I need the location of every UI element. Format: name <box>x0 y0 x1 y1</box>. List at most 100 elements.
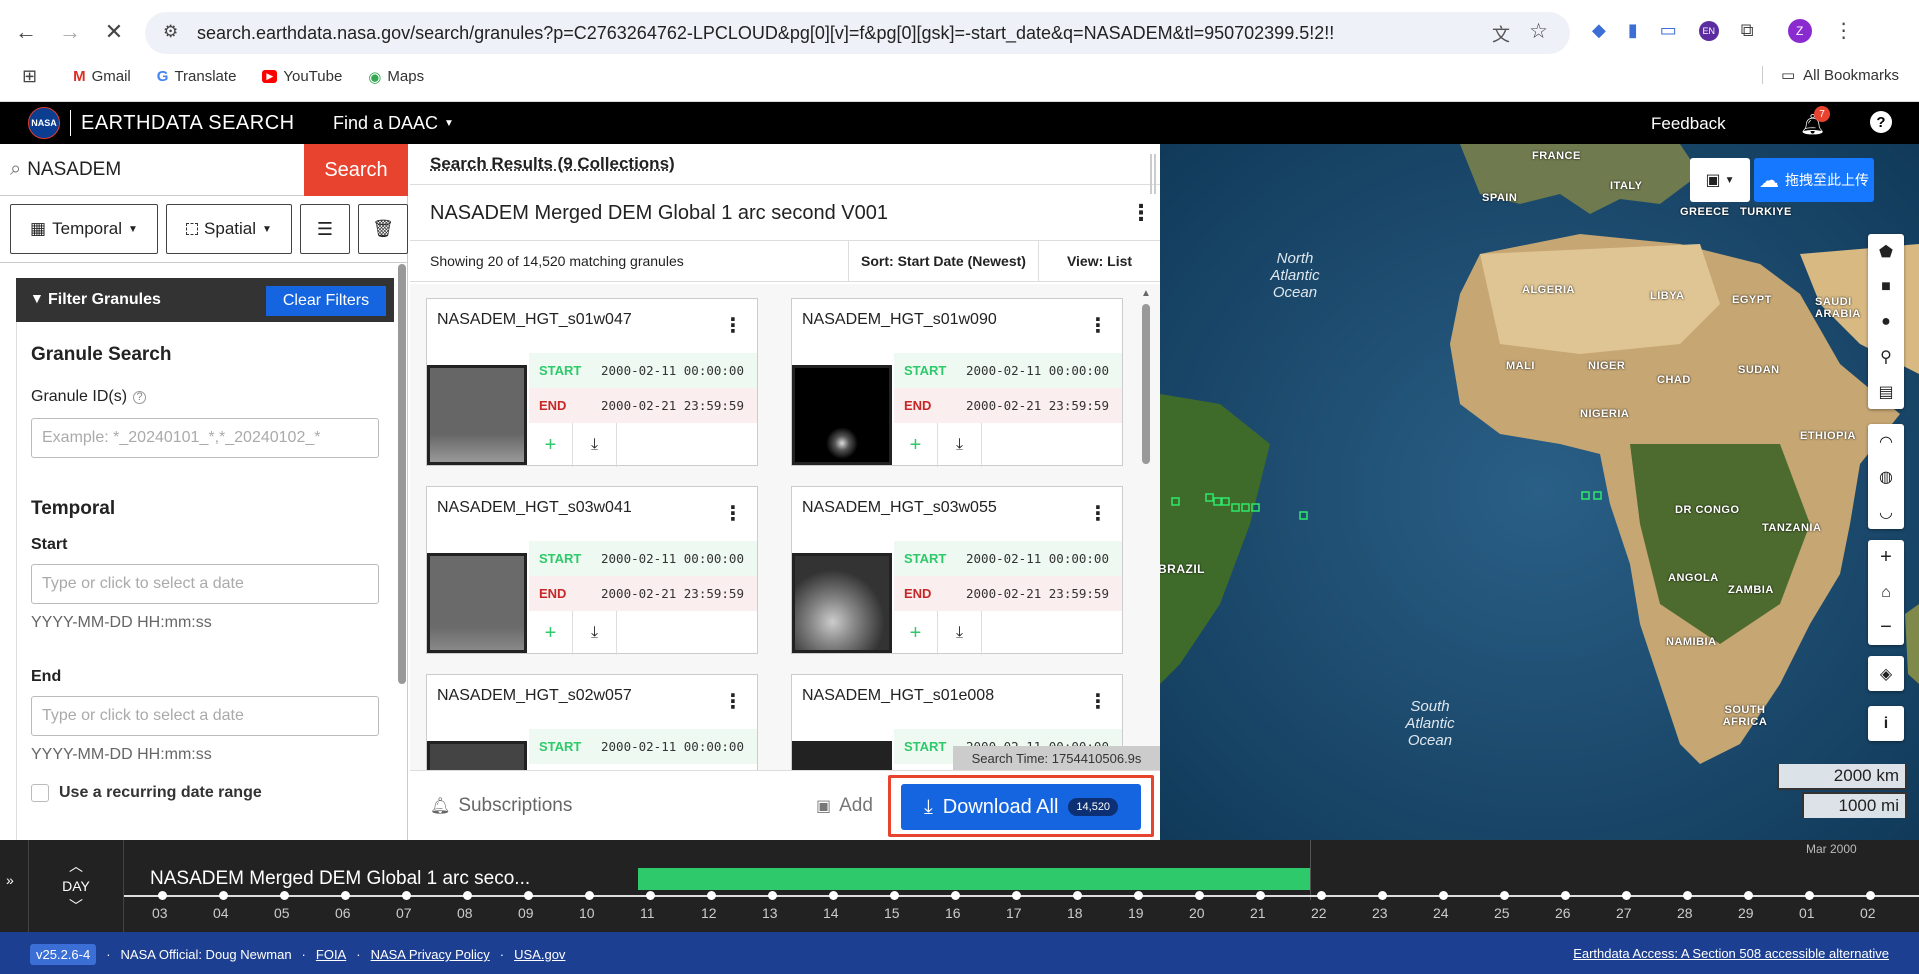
bookmark-gmail[interactable]: M Gmail <box>73 68 131 85</box>
accessible-alternative-link[interactable]: Earthdata Access: A Section 508 accessib… <box>1573 946 1889 961</box>
recurring-checkbox[interactable] <box>31 784 49 802</box>
clear-filters-button[interactable]: Clear Filters <box>266 286 386 316</box>
stop-loading-icon[interactable]: ✕ <box>96 14 132 50</box>
address-bar[interactable]: ⚙ search.earthdata.nasa.gov/search/granu… <box>145 12 1570 54</box>
translate-icon[interactable]: 文 <box>1492 21 1510 47</box>
clear-filters-trash-button[interactable]: 🗑︎ <box>358 204 408 254</box>
back-icon[interactable]: ← <box>8 14 44 50</box>
add-granule-icon[interactable]: + <box>894 423 938 467</box>
view-dropdown[interactable]: View: List <box>1038 241 1160 281</box>
shapefile-upload-icon[interactable]: ▤ <box>1868 374 1904 409</box>
download-granule-icon[interactable]: ⤓ <box>573 423 617 467</box>
antarctic-projection-icon[interactable]: ◡ <box>1868 494 1904 529</box>
advanced-filters-button[interactable]: ☰ <box>300 204 350 254</box>
help-icon[interactable]: ? <box>1870 111 1892 133</box>
sort-dropdown[interactable]: Sort: Start Date (Newest) <box>848 241 1038 281</box>
add-to-project-button[interactable]: ▣ Add <box>816 795 873 817</box>
granule-kebab-icon[interactable]: ⋮ <box>1088 313 1108 338</box>
collapse-timeline-icon[interactable]: » <box>6 872 14 888</box>
granule-card[interactable]: NASADEM_HGT_s03w041 ⋮ START 2000-02-11 00… <box>426 486 758 655</box>
granule-card[interactable]: NASADEM_HGT_s02w057 ⋮ START 2000-02-11 00… <box>426 674 758 774</box>
spatial-filter-button[interactable]: Spatial ▼ <box>166 204 292 254</box>
scroll-up-icon[interactable]: ▲ <box>1141 288 1151 299</box>
extension-badge[interactable]: EN <box>1698 20 1719 41</box>
granule-kebab-icon[interactable]: ⋮ <box>723 501 743 526</box>
zoom-down-icon[interactable]: ﹀ <box>69 896 83 916</box>
zoom-in-icon[interactable]: + <box>1868 540 1904 575</box>
download-all-button[interactable]: ⤓ Download All 14,520 <box>901 784 1141 830</box>
home-icon[interactable]: ⌂ <box>1868 575 1904 610</box>
extensions-puzzle-icon[interactable]: ⧉ <box>1741 20 1754 41</box>
all-bookmarks[interactable]: All Bookmarks <box>1803 67 1899 84</box>
geographic-projection-icon[interactable]: ◍ <box>1868 459 1904 494</box>
download-granule-icon[interactable]: ⤓ <box>938 423 982 467</box>
bookmark-star-icon[interactable]: ☆ <box>1529 19 1548 44</box>
temporal-filter-button[interactable]: ▦ Temporal ▼ <box>10 204 158 254</box>
extension-icon-3[interactable]: ▭ <box>1660 20 1677 41</box>
usa-gov-link[interactable]: USA.gov <box>514 947 565 962</box>
search-input[interactable]: NASADEM <box>27 159 287 181</box>
nasa-logo-icon[interactable]: NASA <box>28 107 60 139</box>
zoom-out-icon[interactable]: − <box>1868 610 1904 645</box>
add-granule-icon[interactable]: + <box>894 611 938 655</box>
info-i-icon[interactable]: i <box>1868 706 1904 741</box>
granule-kebab-icon[interactable]: ⋮ <box>723 313 743 338</box>
app-title[interactable]: EARTHDATA SEARCH <box>81 112 295 135</box>
bookmark-youtube[interactable]: ▶ YouTube <box>262 68 342 85</box>
granule-kebab-icon[interactable]: ⋮ <box>1088 501 1108 526</box>
timeline-tick-dot <box>707 891 716 900</box>
browser-menu-icon[interactable]: ⋮ <box>1834 18 1854 43</box>
layers-icon[interactable]: ◈ <box>1868 656 1904 691</box>
end-date-input[interactable]: Type or click to select a date <box>31 696 379 736</box>
results-breadcrumb[interactable]: Search Results (9 Collections) <box>430 154 675 174</box>
timeline-ticks[interactable]: 03 04 05 06 07 08 09 10 11 12 13 14 15 16 17 18 19 20 21 22… <box>124 889 1919 929</box>
search-time: Search Time: 1754410506.9s <box>953 746 1160 770</box>
start-date-input[interactable]: Type or click to select a date <box>31 564 379 604</box>
granule-kebab-icon[interactable]: ⋮ <box>1088 689 1108 714</box>
find-daac-menu[interactable]: Find a DAAC ▼ <box>333 113 454 134</box>
granule-card[interactable]: NASADEM_HGT_s01w047 ⋮ START 2000-02-11 00… <box>426 298 758 467</box>
download-granule-icon[interactable]: ⤓ <box>938 611 982 655</box>
feedback-link[interactable]: Feedback <box>1651 114 1726 134</box>
month-label: Mar 2000 <box>1806 842 1857 856</box>
bookmark-translate[interactable]: G Translate <box>157 68 237 85</box>
bookmark-maps[interactable]: ◉ Maps <box>368 68 424 86</box>
foia-link[interactable]: FOIA <box>316 947 346 962</box>
results-scrollbar[interactable] <box>1142 304 1150 464</box>
forward-icon[interactable]: → <box>52 14 88 50</box>
extension-icon-2[interactable]: ▮ <box>1628 20 1638 41</box>
extension-icon-1[interactable]: ◆ <box>1592 20 1606 41</box>
browser-chrome: ← → ✕ ⚙ search.earthdata.nasa.gov/search… <box>0 0 1919 102</box>
collection-kebab-icon[interactable]: ⋮ <box>1130 200 1152 226</box>
apps-grid-icon[interactable]: ⊞ <box>22 66 37 87</box>
granule-start-row: START2000-02-11 00:00:00 <box>529 729 757 764</box>
info-icon[interactable]: ? <box>133 390 147 404</box>
point-draw-icon[interactable]: ⚲ <box>1868 339 1904 374</box>
granule-card[interactable]: NASADEM_HGT_s03w055 ⋮ START 2000-02-11 00… <box>791 486 1123 655</box>
arctic-projection-icon[interactable]: ◠ <box>1868 424 1904 459</box>
granule-card[interactable]: NASADEM_HGT_s01w090 ⋮ START 2000-02-11 00… <box>791 298 1123 467</box>
left-scrollbar[interactable] <box>398 264 406 684</box>
map-view[interactable]: FRANCE SPAIN ITALY GREECE TURKIYE ALGERI… <box>1160 144 1919 840</box>
site-info-icon[interactable]: ⚙ <box>163 22 178 42</box>
granule-start-row: START2000-02-11 00:00:00 <box>529 541 757 576</box>
add-granule-icon[interactable]: + <box>529 423 573 467</box>
timeline-data-bar[interactable] <box>638 868 1310 890</box>
save-map-button[interactable]: ▣ ▼ <box>1690 158 1750 202</box>
search-button[interactable]: Search <box>304 144 408 196</box>
profile-avatar[interactable]: Z <box>1787 18 1812 43</box>
notifications-bell[interactable]: 🔔︎ 7 <box>1800 106 1830 137</box>
granule-kebab-icon[interactable]: ⋮ <box>723 689 743 714</box>
download-granule-icon[interactable]: ⤓ <box>573 611 617 655</box>
zoom-up-icon[interactable]: ︿ <box>69 856 83 876</box>
recurring-checkbox-row[interactable]: Use a recurring date range <box>31 784 262 802</box>
add-granule-icon[interactable]: + <box>529 611 573 655</box>
rectangle-draw-icon[interactable]: ■ <box>1868 269 1904 304</box>
polygon-draw-icon[interactable]: ⬟ <box>1868 234 1904 269</box>
upload-overlay-button[interactable]: ☁ 拖拽至此上传 <box>1754 158 1874 202</box>
granule-ids-input[interactable]: Example: *_20240101_*,*_20240102_* <box>31 418 379 458</box>
privacy-link[interactable]: NASA Privacy Policy <box>371 947 490 962</box>
circle-draw-icon[interactable]: ● <box>1868 304 1904 339</box>
panel-resize-handle[interactable] <box>1150 154 1156 194</box>
subscriptions-button[interactable]: 🔔︎ Subscriptions <box>430 795 572 817</box>
